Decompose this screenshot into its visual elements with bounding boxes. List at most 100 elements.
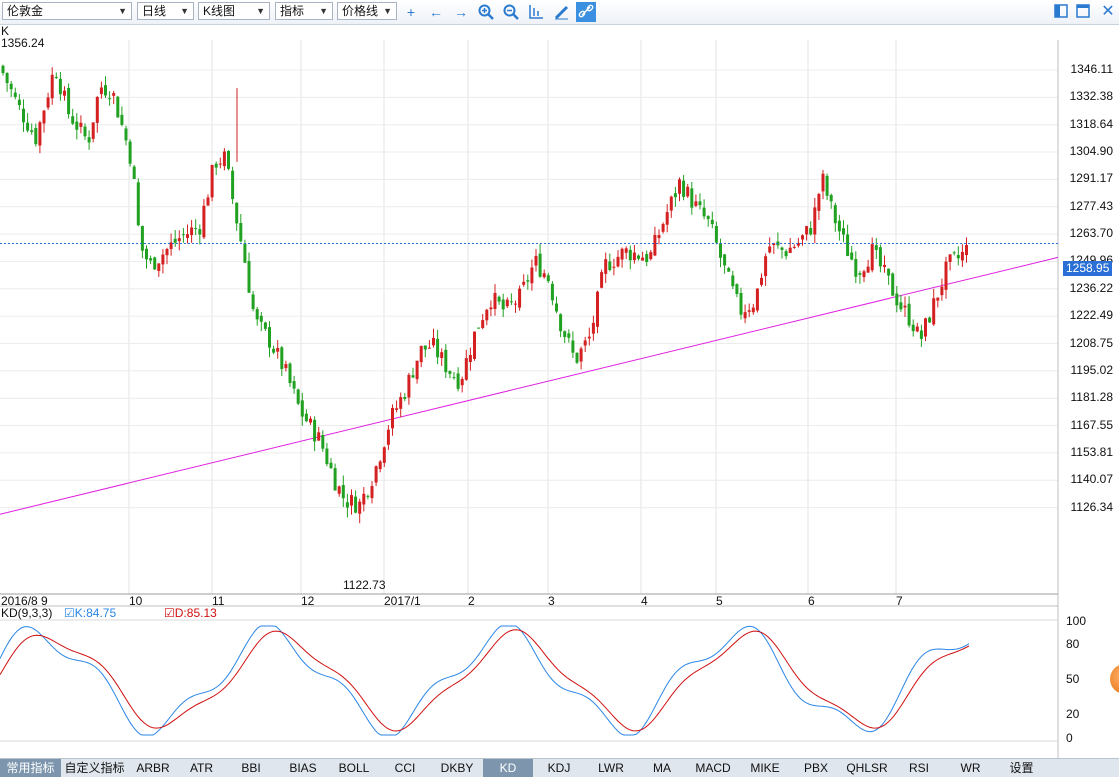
tab-cci[interactable]: CCI: [379, 759, 431, 777]
candle-up: [792, 246, 796, 248]
tab-mike[interactable]: MIKE: [739, 759, 791, 777]
candle-up: [202, 205, 206, 238]
y-tick-label: 1346.11: [1070, 62, 1114, 76]
candle-up: [190, 227, 194, 236]
panel-left-icon[interactable]: [1052, 3, 1070, 21]
candle-up: [866, 266, 870, 273]
candle-down: [919, 330, 923, 339]
candle-down: [784, 251, 788, 257]
candle-down: [124, 128, 128, 141]
y-tick-label: 1277.43: [1069, 198, 1113, 213]
candle-up: [624, 248, 628, 253]
candle-down: [411, 375, 415, 378]
candle-up: [432, 337, 435, 346]
price-line-select[interactable]: 价格线 ▼: [337, 2, 397, 20]
chart-type-select[interactable]: K线图 ▼: [198, 2, 270, 20]
tab-settings[interactable]: 设置: [996, 759, 1047, 777]
tab-common-indicators[interactable]: 常用指标: [0, 759, 61, 777]
candle-up: [694, 201, 698, 206]
candle-down: [239, 223, 243, 242]
tab-arbr[interactable]: ARBR: [128, 759, 178, 777]
candle-up: [493, 292, 497, 309]
chart-type-value: K线图: [203, 4, 236, 18]
tab-qhlsr[interactable]: QHLSR: [841, 759, 893, 777]
candle-down: [181, 234, 185, 236]
zoom-out-icon[interactable]: [502, 3, 520, 21]
candle-down: [956, 254, 960, 259]
candle-up: [542, 273, 546, 278]
symbol-select[interactable]: 伦敦金 ▼: [2, 2, 132, 20]
candle-up: [460, 379, 464, 386]
tab-rsi[interactable]: RSI: [893, 759, 945, 777]
tab-pbx[interactable]: PBX: [791, 759, 841, 777]
tab-bbi[interactable]: BBI: [225, 759, 277, 777]
tab-custom-indicators[interactable]: 自定义指标: [61, 759, 128, 777]
candle-down: [911, 324, 915, 332]
candle-up: [358, 501, 362, 514]
chart-axis-icon[interactable]: [527, 3, 545, 21]
link-icon[interactable]: [576, 2, 596, 22]
candle-down: [87, 137, 91, 143]
tab-wr[interactable]: WR: [945, 759, 996, 777]
candle-up: [579, 348, 583, 362]
candle-up: [620, 248, 624, 260]
close-icon[interactable]: ✕: [1099, 3, 1117, 21]
chart-grid: [0, 40, 1059, 758]
candle-up: [112, 93, 116, 96]
y-tick-label: 1304.90: [1069, 144, 1113, 159]
candle-up: [768, 246, 772, 253]
arrow-left-icon[interactable]: ←: [427, 3, 445, 21]
candle-down: [227, 150, 230, 169]
chevron-down-icon: ▼: [256, 6, 265, 16]
candle-down: [567, 333, 571, 338]
candle-up: [932, 298, 936, 325]
candle-down: [858, 273, 862, 275]
candle-up: [370, 486, 374, 499]
candle-up: [505, 299, 509, 307]
d-line: [0, 629, 970, 732]
tab-ma[interactable]: MA: [637, 759, 687, 777]
candle-up: [407, 374, 411, 398]
tab-lwr[interactable]: LWR: [585, 759, 637, 777]
tab-dkby[interactable]: DKBY: [431, 759, 483, 777]
tab-kdj[interactable]: KDJ: [533, 759, 585, 777]
symbol-value: 伦敦金: [7, 4, 44, 18]
k-value-label[interactable]: ☑K:84.75: [64, 606, 116, 620]
panel-full-icon[interactable]: [1074, 3, 1092, 21]
indicator-select[interactable]: 指标 ▼: [275, 2, 333, 20]
pen-icon[interactable]: [553, 3, 571, 21]
candle-down: [313, 419, 317, 442]
tab-boll[interactable]: BOLL: [329, 759, 379, 777]
price-chart[interactable]: [0, 24, 1119, 758]
kd-y-tick-label: 20: [1066, 707, 1080, 721]
candle-down: [698, 201, 702, 206]
candle-up: [276, 347, 280, 352]
candle-up: [468, 355, 472, 362]
y-tick-label: 1236.22: [1069, 280, 1113, 295]
candle-down: [214, 163, 218, 168]
arrow-right-icon[interactable]: →: [452, 3, 470, 21]
candle-up: [42, 110, 46, 124]
zoom-in-icon[interactable]: [477, 3, 495, 21]
candle-up: [755, 288, 759, 311]
candle-up: [218, 163, 222, 165]
d-value-label[interactable]: ☑D:85.13: [164, 606, 217, 620]
candle-up: [284, 364, 288, 369]
y-tick-label: 1167.55: [1070, 417, 1114, 432]
candle-up: [612, 266, 616, 268]
tab-bias[interactable]: BIAS: [277, 759, 329, 777]
candle-down: [300, 400, 304, 417]
candle-down: [448, 371, 452, 374]
candle-up: [38, 122, 42, 146]
crosshair-icon[interactable]: +: [402, 3, 420, 21]
tab-macd[interactable]: MACD: [687, 759, 739, 777]
tab-kd[interactable]: KD: [483, 759, 533, 777]
candle-up: [805, 226, 809, 235]
period-select[interactable]: 日线 ▼: [137, 2, 194, 20]
candle-down: [907, 303, 911, 326]
candle-down: [952, 252, 956, 254]
candle-down: [673, 193, 677, 198]
candle-down: [628, 249, 632, 261]
candle-up: [747, 310, 751, 312]
tab-atr[interactable]: ATR: [178, 759, 225, 777]
